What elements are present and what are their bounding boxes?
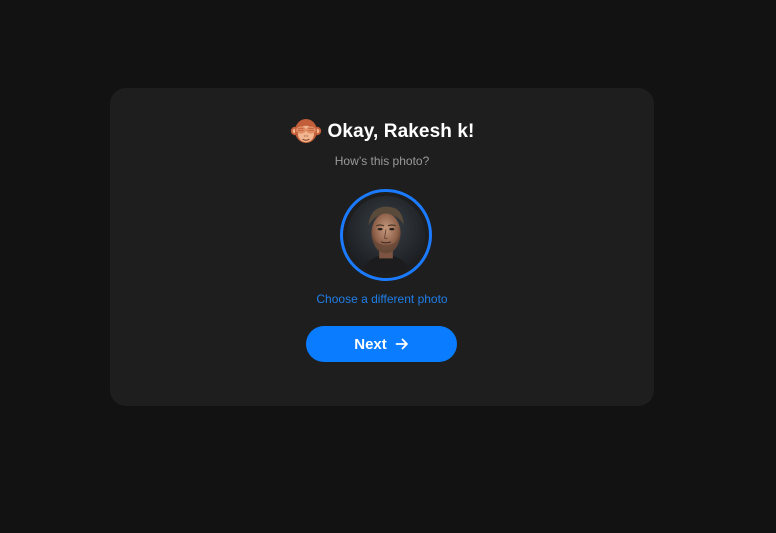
page-title: Okay, Rakesh k! <box>327 121 475 142</box>
avatar-frame[interactable] <box>340 189 432 281</box>
next-button[interactable]: Next <box>306 326 457 362</box>
next-button-label: Next <box>354 335 387 353</box>
arrow-right-icon <box>395 338 408 350</box>
title-row: Okay, Rakesh k! <box>110 116 654 148</box>
photo-confirmation-card: Okay, Rakesh k! How’s this photo? Choose… <box>110 88 654 406</box>
choose-different-photo-link[interactable]: Choose a different photo <box>110 292 654 306</box>
page-background: Okay, Rakesh k! How’s this photo? Choose… <box>0 0 776 533</box>
see-no-evil-monkey-icon <box>290 119 321 143</box>
subtitle: How’s this photo? <box>334 154 430 168</box>
avatar <box>347 196 425 274</box>
